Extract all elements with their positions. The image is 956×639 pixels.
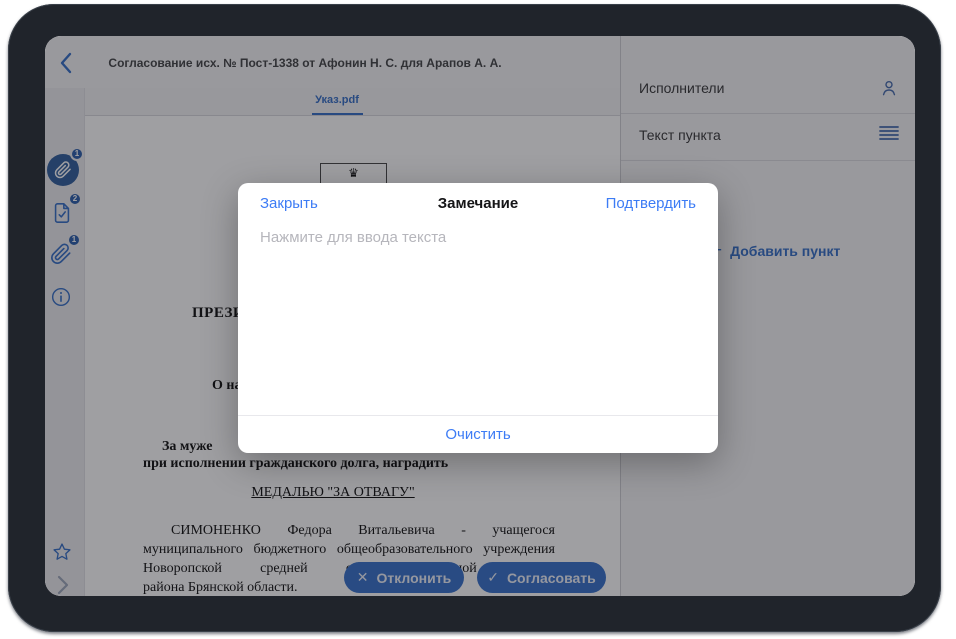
modal-header: Закрыть Замечание Подтвердить xyxy=(238,183,718,225)
modal-confirm-button[interactable]: Подтвердить xyxy=(606,195,696,212)
remark-text-input[interactable]: Нажмите для ввода текста xyxy=(260,229,696,413)
modal-footer: Очистить xyxy=(238,415,718,453)
modal-clear-button[interactable]: Очистить xyxy=(445,426,510,443)
modal-title: Замечание xyxy=(438,195,518,212)
page: Согласование исх. № Пост-1338 от Афонин … xyxy=(0,0,956,639)
remark-placeholder: Нажмите для ввода текста xyxy=(260,229,696,246)
remark-modal: Закрыть Замечание Подтвердить Нажмите дл… xyxy=(238,183,718,453)
app-screen: Согласование исх. № Пост-1338 от Афонин … xyxy=(45,36,915,596)
modal-close-button[interactable]: Закрыть xyxy=(260,195,318,212)
